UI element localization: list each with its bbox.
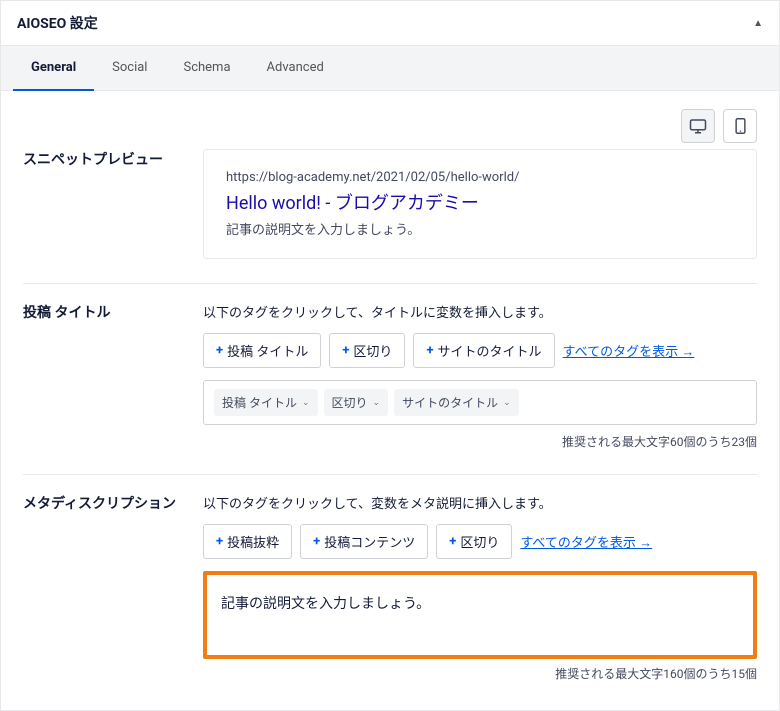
tab-general[interactable]: General xyxy=(13,46,94,91)
snippet-preview-box: https://blog-academy.net/2021/02/05/hell… xyxy=(203,149,757,259)
post-title-counter: 推奨される最大文字60個のうち23個 xyxy=(203,433,757,450)
tag-button-post-title[interactable]: +投稿 タイトル xyxy=(203,333,321,368)
snippet-body: https://blog-academy.net/2021/02/05/hell… xyxy=(203,149,757,259)
post-title-label: 投稿 タイトル xyxy=(23,302,203,322)
tag-button-separator[interactable]: +区切り xyxy=(436,524,512,559)
monitor-icon xyxy=(689,118,707,134)
mobile-icon xyxy=(735,118,746,134)
plus-icon: + xyxy=(342,343,349,358)
row-post-title: 投稿 タイトル 以下のタグをクリックして、タイトルに変数を挿入します。 +投稿 … xyxy=(23,283,757,456)
plus-icon: + xyxy=(426,343,433,358)
chevron-down-icon: ⌄ xyxy=(302,398,310,408)
post-title-helper: 以下のタグをクリックして、タイトルに変数を挿入します。 xyxy=(203,302,757,321)
chip-post-title[interactable]: 投稿 タイトル⌄ xyxy=(214,389,318,416)
plus-icon: + xyxy=(313,534,320,549)
meta-description-tags: +投稿抜粋 +投稿コンテンツ +区切り すべてのタグを表示 → xyxy=(203,524,757,559)
tab-bar: General Social Schema Advanced xyxy=(1,46,779,91)
post-title-tags: +投稿 タイトル +区切り +サイトのタイトル すべてのタグを表示 → xyxy=(203,333,757,368)
tab-social[interactable]: Social xyxy=(94,46,165,90)
snippet-url: https://blog-academy.net/2021/02/05/hell… xyxy=(226,170,734,185)
plus-icon: + xyxy=(449,534,456,549)
tag-button-excerpt[interactable]: +投稿抜粋 xyxy=(203,524,292,559)
meta-description-helper: 以下のタグをクリックして、変数をメタ説明に挿入します。 xyxy=(203,493,757,512)
aioseo-panel: AIOSEO 設定 ▲ General Social Schema Advanc… xyxy=(0,0,780,711)
mobile-view-button[interactable] xyxy=(723,109,757,143)
meta-description-input[interactable]: 記事の説明文を入力しましょう。 xyxy=(203,571,757,659)
chevron-down-icon: ⌄ xyxy=(373,398,381,408)
snippet-description: 記事の説明文を入力しましょう。 xyxy=(226,219,734,238)
collapse-icon[interactable]: ▲ xyxy=(753,18,763,29)
tag-button-site-title[interactable]: +サイトのタイトル xyxy=(413,333,554,368)
tab-schema[interactable]: Schema xyxy=(165,46,248,90)
plus-icon: + xyxy=(216,534,223,549)
chip-site-title[interactable]: サイトのタイトル⌄ xyxy=(394,389,519,416)
tag-button-separator[interactable]: +区切り xyxy=(329,333,405,368)
meta-description-counter: 推奨される最大文字160個のうち15個 xyxy=(203,665,757,682)
view-all-tags-link[interactable]: すべてのタグを表示 → xyxy=(520,532,652,551)
snippet-preview-label: スニペットプレビュー xyxy=(23,149,203,169)
meta-description-body: 以下のタグをクリックして、変数をメタ説明に挿入します。 +投稿抜粋 +投稿コンテ… xyxy=(203,493,757,682)
plus-icon: + xyxy=(216,343,223,358)
chevron-down-icon: ⌄ xyxy=(503,398,511,408)
row-meta-description: メタディスクリプション 以下のタグをクリックして、変数をメタ説明に挿入します。 … xyxy=(23,474,757,688)
snippet-title: Hello world! - ブログアカデミー xyxy=(226,189,734,215)
row-snippet-preview: スニペットプレビュー https://blog-academy.net/2021… xyxy=(23,149,757,265)
post-title-input[interactable]: 投稿 タイトル⌄ 区切り⌄ サイトのタイトル⌄ xyxy=(203,380,757,425)
desktop-view-button[interactable] xyxy=(681,109,715,143)
view-toggle xyxy=(23,91,757,149)
tag-button-content[interactable]: +投稿コンテンツ xyxy=(300,524,428,559)
post-title-body: 以下のタグをクリックして、タイトルに変数を挿入します。 +投稿 タイトル +区切… xyxy=(203,302,757,450)
meta-description-label: メタディスクリプション xyxy=(23,493,203,513)
panel-header: AIOSEO 設定 ▲ xyxy=(1,1,779,46)
view-all-tags-link[interactable]: すべてのタグを表示 → xyxy=(563,341,695,360)
chip-separator[interactable]: 区切り⌄ xyxy=(324,389,389,416)
panel-title: AIOSEO 設定 xyxy=(17,13,98,33)
content-area: スニペットプレビュー https://blog-academy.net/2021… xyxy=(1,91,779,710)
tab-advanced[interactable]: Advanced xyxy=(249,46,342,90)
